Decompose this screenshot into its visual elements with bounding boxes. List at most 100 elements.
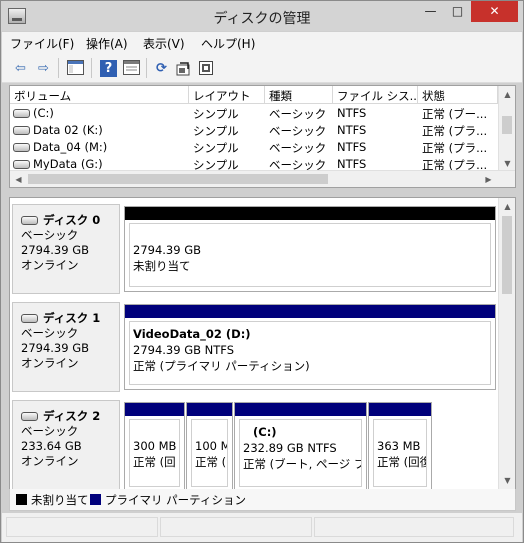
scrollbar-thumb[interactable] bbox=[502, 116, 512, 134]
volume-type: ベーシック bbox=[269, 107, 327, 121]
help-icon[interactable]: ? bbox=[100, 60, 117, 77]
disk-2-label[interactable]: ディスク 2 ベーシック 233.64 GB オンライン bbox=[12, 400, 120, 489]
status-segment bbox=[160, 517, 312, 537]
maximize-button[interactable]: □ bbox=[444, 1, 471, 22]
partition-color-bar bbox=[125, 305, 495, 318]
partition-videodata-02[interactable]: VideoData_02 (D:) 2794.39 GB NTFS 正常 (プラ… bbox=[124, 304, 496, 390]
partition-label bbox=[377, 424, 423, 438]
partition-status: 正常 ( bbox=[195, 455, 227, 469]
disk-0-label[interactable]: ディスク 0 ベーシック 2794.39 GB オンライン bbox=[12, 204, 120, 294]
partition-status: 正常 (回復 bbox=[377, 455, 427, 469]
disk-type: ベーシック bbox=[21, 424, 79, 438]
disk-type: ベーシック bbox=[21, 326, 79, 340]
menu-file[interactable]: ファイル(F) bbox=[10, 35, 74, 52]
volume-row[interactable]: (C:) シンプル ベーシック NTFS 正常 (ブー... bbox=[10, 105, 498, 122]
partition-label bbox=[195, 424, 224, 438]
column-header-layout[interactable]: レイアウト bbox=[189, 86, 265, 104]
volume-layout: シンプル bbox=[193, 141, 239, 155]
status-bar bbox=[2, 513, 522, 542]
disk-type: ベーシック bbox=[21, 228, 79, 242]
partition-recovery[interactable]: 300 MB 正常 (回 bbox=[124, 402, 185, 489]
disk-name: ディスク 1 bbox=[43, 311, 101, 325]
volume-filesystem: NTFS bbox=[337, 106, 367, 120]
drive-icon bbox=[21, 216, 38, 225]
forward-arrow-icon[interactable]: ⇨ bbox=[35, 60, 52, 77]
drive-icon bbox=[13, 160, 30, 169]
drive-icon bbox=[13, 126, 30, 135]
partition-size: 2794.39 GB NTFS bbox=[133, 343, 235, 357]
volume-filesystem: NTFS bbox=[337, 157, 367, 171]
drive-icon bbox=[13, 109, 30, 118]
disk-1-label[interactable]: ディスク 1 ベーシック 2794.39 GB オンライン bbox=[12, 302, 120, 392]
drive-icon bbox=[13, 143, 30, 152]
toolbar-separator bbox=[146, 58, 147, 78]
legend-swatch-unallocated bbox=[16, 494, 27, 505]
disk-size: 2794.39 GB bbox=[21, 341, 90, 355]
title-bar: ディスクの管理 — □ ✕ bbox=[1, 1, 523, 31]
menu-bar: ファイル(F) 操作(A) 表示(V) ヘルプ(H) bbox=[2, 32, 522, 53]
partition-size: 2794.39 GB bbox=[133, 243, 202, 257]
volume-status: 正常 (プラ... bbox=[422, 141, 488, 155]
disk-view-vertical-scrollbar[interactable]: ▲ ▼ bbox=[498, 198, 515, 489]
disk-1-panel: ディスク 1 ベーシック 2794.39 GB オンライン VideoData_… bbox=[10, 302, 498, 392]
column-header-volume[interactable]: ボリューム bbox=[10, 86, 189, 104]
column-header-status[interactable]: 状態 bbox=[418, 86, 498, 104]
volume-layout: シンプル bbox=[193, 124, 239, 138]
column-header-filesystem[interactable]: ファイル シス... bbox=[333, 86, 418, 104]
volume-type: ベーシック bbox=[269, 124, 327, 138]
properties-icon[interactable] bbox=[123, 60, 140, 77]
partition-unallocated[interactable]: 2794.39 GB 未割り当て bbox=[124, 206, 496, 292]
menu-help[interactable]: ヘルプ(H) bbox=[201, 35, 255, 52]
volume-list[interactable]: ボリューム レイアウト 種類 ファイル シス... 状態 (C:) シンプル ベ… bbox=[9, 85, 516, 188]
scrollbar-thumb[interactable] bbox=[28, 174, 328, 184]
volume-layout: シンプル bbox=[193, 107, 239, 121]
settings-icon[interactable] bbox=[198, 60, 215, 77]
scroll-down-arrow-icon[interactable]: ▼ bbox=[499, 472, 515, 489]
volume-list-vertical-scrollbar[interactable]: ▲ ▼ bbox=[498, 86, 515, 172]
legend: 未割り当て プライマリ パーティション bbox=[9, 489, 516, 511]
partition-size: 300 MB bbox=[133, 439, 177, 453]
partition-size: 363 MB bbox=[377, 439, 421, 453]
export-icon[interactable] bbox=[175, 60, 192, 77]
back-arrow-icon[interactable]: ⇦ bbox=[12, 60, 29, 77]
partition-color-bar bbox=[125, 403, 184, 416]
partition-recovery-2[interactable]: 363 MB 正常 (回復 bbox=[368, 402, 432, 489]
partition-size: 232.89 GB NTFS bbox=[243, 441, 337, 455]
menu-view[interactable]: 表示(V) bbox=[143, 35, 185, 52]
column-header-type[interactable]: 種類 bbox=[265, 86, 333, 104]
drive-icon bbox=[21, 314, 38, 323]
scroll-right-arrow-icon[interactable]: ▶ bbox=[480, 171, 497, 187]
close-button[interactable]: ✕ bbox=[471, 1, 518, 22]
partition-label: VideoData_02 (D:) bbox=[133, 327, 251, 341]
volume-name: Data_04 (M:) bbox=[33, 140, 108, 154]
toolbar-separator bbox=[58, 58, 59, 78]
partition-label bbox=[133, 228, 487, 242]
scroll-up-arrow-icon[interactable]: ▲ bbox=[499, 86, 515, 103]
disk-state: オンライン bbox=[21, 356, 79, 370]
partition-status: 正常 (ブート, ページ ファ bbox=[243, 457, 361, 471]
volume-list-horizontal-scrollbar[interactable]: ◀ ▶ bbox=[10, 170, 515, 187]
console-tree-icon[interactable] bbox=[67, 60, 84, 77]
volume-row[interactable]: Data_04 (M:) シンプル ベーシック NTFS 正常 (プラ... bbox=[10, 139, 498, 156]
status-segment bbox=[6, 517, 158, 537]
partition-label: (C:) bbox=[253, 425, 277, 439]
volume-type: ベーシック bbox=[269, 141, 327, 155]
volume-name: MyData (G:) bbox=[33, 157, 103, 171]
partition-c-drive[interactable]: (C:) 232.89 GB NTFS 正常 (ブート, ページ ファ bbox=[234, 402, 367, 489]
volume-name: (C:) bbox=[33, 106, 54, 120]
minimize-button[interactable]: — bbox=[417, 1, 444, 22]
scroll-left-arrow-icon[interactable]: ◀ bbox=[10, 171, 27, 187]
disk-management-window: ディスクの管理 — □ ✕ ファイル(F) 操作(A) 表示(V) ヘルプ(H)… bbox=[0, 0, 524, 543]
partition-label bbox=[133, 424, 176, 438]
partition-efi-system[interactable]: 100 M 正常 ( bbox=[186, 402, 233, 489]
menu-action[interactable]: 操作(A) bbox=[86, 35, 128, 52]
refresh-icon[interactable]: ⟳ bbox=[153, 60, 170, 77]
legend-label-unallocated: 未割り当て bbox=[31, 493, 89, 507]
scroll-up-arrow-icon[interactable]: ▲ bbox=[499, 198, 515, 215]
toolbar-separator bbox=[91, 58, 92, 78]
scrollbar-thumb[interactable] bbox=[502, 216, 512, 294]
partition-color-bar bbox=[125, 207, 495, 220]
partition-status: 未割り当て bbox=[133, 259, 191, 273]
volume-row[interactable]: Data 02 (K:) シンプル ベーシック NTFS 正常 (プラ... bbox=[10, 122, 498, 139]
partition-status: 正常 (プライマリ パーティション) bbox=[133, 359, 310, 373]
